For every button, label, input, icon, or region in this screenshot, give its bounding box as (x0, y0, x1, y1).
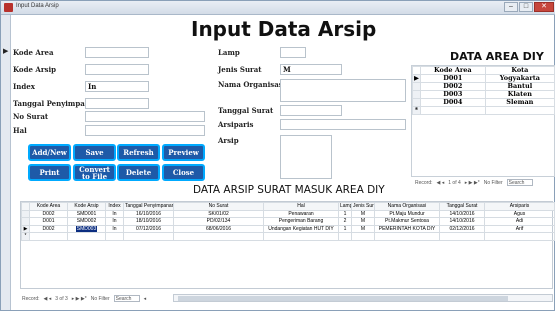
row-selector-arrow-icon[interactable]: ▶ (21, 224, 30, 233)
arsip-record-position[interactable]: 3 of 3 (55, 296, 68, 302)
col-header[interactable]: Jenis Surat (351, 202, 375, 211)
title-bar: Input Data Arsip – □ ✕ (1, 1, 555, 15)
scrollbar-thumb[interactable] (178, 296, 508, 301)
arsip-record-label: Record: (22, 295, 40, 302)
arsip-label: Arsip (218, 136, 239, 145)
lamp-field[interactable] (280, 47, 306, 58)
hal-label: Hal (13, 126, 27, 135)
diy-table-row[interactable]: ▶ D001 Yogyakarta (412, 74, 555, 83)
new-record-star-icon[interactable]: * (21, 232, 30, 241)
col-header[interactable]: Lamp (338, 202, 352, 211)
new-record-row[interactable]: * (21, 232, 555, 241)
app-window: Input Data Arsip – □ ✕ ▶ Input Data Arsi… (0, 0, 555, 311)
nama-organisasi-label: Nama Organisasi (218, 80, 286, 89)
diy-cell-kota[interactable]: Sleman (484, 98, 555, 107)
close-window-button[interactable]: ✕ (534, 2, 554, 12)
jenis-surat-field[interactable]: M (280, 64, 342, 75)
kode-arsip-field[interactable] (85, 64, 149, 75)
save-button[interactable]: Save (73, 144, 116, 161)
col-header[interactable]: Index (105, 202, 124, 211)
access-app-icon (4, 3, 13, 12)
kode-area-field[interactable] (85, 47, 149, 58)
diy-filter-indicator[interactable]: No Filter (484, 180, 503, 186)
arsip-table: Kode Area Kode Arsip Index Tanggal Penyi… (21, 202, 555, 241)
diy-new-row[interactable]: * (412, 106, 555, 115)
diy-table-row[interactable]: D003 Klaten (412, 90, 555, 99)
selected-cell-text[interactable]: SMD003 (75, 225, 98, 232)
arsiparis-field[interactable] (280, 119, 406, 130)
col-header[interactable]: Tanggal Surat (439, 202, 485, 211)
arsip-search-box[interactable]: Search (113, 295, 140, 302)
arsip-field[interactable] (280, 135, 332, 179)
arsip-header-row: Kode Area Kode Arsip Index Tanggal Penyi… (21, 202, 555, 211)
jenis-surat-label: Jenis Surat (218, 65, 262, 74)
close-button[interactable]: Close (162, 164, 205, 181)
arsip-datasheet: Kode Area Kode Arsip Index Tanggal Penyi… (20, 201, 555, 289)
col-header[interactable]: Nama Organisasi (374, 202, 440, 211)
diy-record-navigator: Record: ◀ ◂ 1 of 4 ▸ ▶ ▶* No Filter Sear… (415, 179, 533, 186)
nav-first-prev-icon[interactable]: ◀ ◂ (437, 180, 445, 186)
diy-area-subform: Kode Area Kota ▶ D001 Yogyakarta D002 Ba… (411, 65, 555, 186)
nav-first-prev-icon[interactable]: ◀ ◂ (44, 296, 52, 302)
diy-cell-kode[interactable]: D004 (420, 98, 486, 107)
nav-next-last-icon[interactable]: ▸ ▶ ▶* (465, 180, 480, 186)
diy-search-box[interactable]: Search (506, 179, 533, 186)
tanggal-surat-label: Tanggal Surat (218, 106, 274, 115)
tanggal-penyimpanan-field[interactable] (85, 98, 149, 109)
minimize-button[interactable]: – (504, 2, 518, 12)
arsiparis-label: Arsiparis (218, 120, 254, 129)
arsip-record-navigator: Record: ◀ ◂ 3 of 3 ▸ ▶ ▶* No Filter Sear… (22, 295, 146, 302)
no-surat-field[interactable] (85, 111, 205, 122)
index-field[interactable]: In (85, 81, 149, 92)
scroll-left-icon[interactable]: ◂ (144, 296, 147, 302)
preview-button[interactable]: Preview (162, 144, 205, 161)
window-title: Input Data Arsip (16, 3, 59, 9)
no-surat-label: No Surat (13, 112, 49, 121)
diy-area-title: DATA AREA DIY (450, 50, 544, 63)
tanggal-surat-field[interactable] (280, 105, 342, 116)
record-selector[interactable]: ▶ (1, 15, 11, 310)
arsip-datasheet-title: DATA ARSIP SURAT MASUK AREA DIY (193, 184, 385, 196)
table-row-current[interactable]: ▶ D002 SMD003 In 07/12/2016 68/06/2016 U… (21, 224, 555, 233)
kode-area-label: Kode Area (13, 48, 54, 57)
diy-record-label: Record: (415, 179, 433, 186)
kode-arsip-label: Kode Arsip (13, 65, 56, 74)
row-selector-arrow-icon[interactable]: ▶ (412, 74, 421, 83)
delete-button[interactable]: Delete (117, 164, 160, 181)
col-header[interactable]: Arsiparis (484, 202, 555, 211)
lamp-label: Lamp (218, 48, 240, 57)
page-title: Input Data Arsip (191, 17, 377, 41)
col-header[interactable]: Kode Area (29, 202, 68, 211)
col-header[interactable]: Hal (263, 202, 339, 211)
nama-organisasi-field[interactable] (280, 79, 406, 102)
current-record-arrow-icon: ▶ (3, 48, 9, 55)
add-new-button[interactable]: Add/New (28, 144, 71, 161)
hal-field[interactable] (85, 125, 205, 136)
col-header[interactable]: No Surat (173, 202, 264, 211)
nav-next-last-icon[interactable]: ▸ ▶ ▶* (72, 296, 87, 302)
refresh-button[interactable]: Refresh (117, 144, 160, 161)
diy-area-table: Kode Area Kota ▶ D001 Yogyakarta D002 Ba… (412, 66, 555, 115)
maximize-button[interactable]: □ (519, 2, 533, 12)
table-row[interactable]: D002 SMD001 In 16/10/2016 SK/01/02 Penaw… (21, 209, 555, 218)
index-label: Index (13, 82, 35, 91)
diy-table-row[interactable]: D002 Bantul (412, 82, 555, 91)
table-row[interactable]: D001 SMD002 In 18/10/2016 PD/02/134 Peng… (21, 217, 555, 226)
diy-record-position[interactable]: 1 of 4 (448, 180, 461, 186)
horizontal-scrollbar[interactable] (173, 294, 553, 302)
col-header[interactable]: Tanggal Penyimpanan (123, 202, 174, 211)
col-header[interactable]: Kode Arsip (67, 202, 106, 211)
convert-to-file-button[interactable]: Convert to File (73, 164, 116, 181)
diy-table-row[interactable]: D004 Sleman (412, 98, 555, 107)
new-record-star-icon[interactable]: * (412, 106, 421, 115)
print-button[interactable]: Print (28, 164, 71, 181)
arsip-filter-indicator[interactable]: No Filter (91, 296, 110, 302)
